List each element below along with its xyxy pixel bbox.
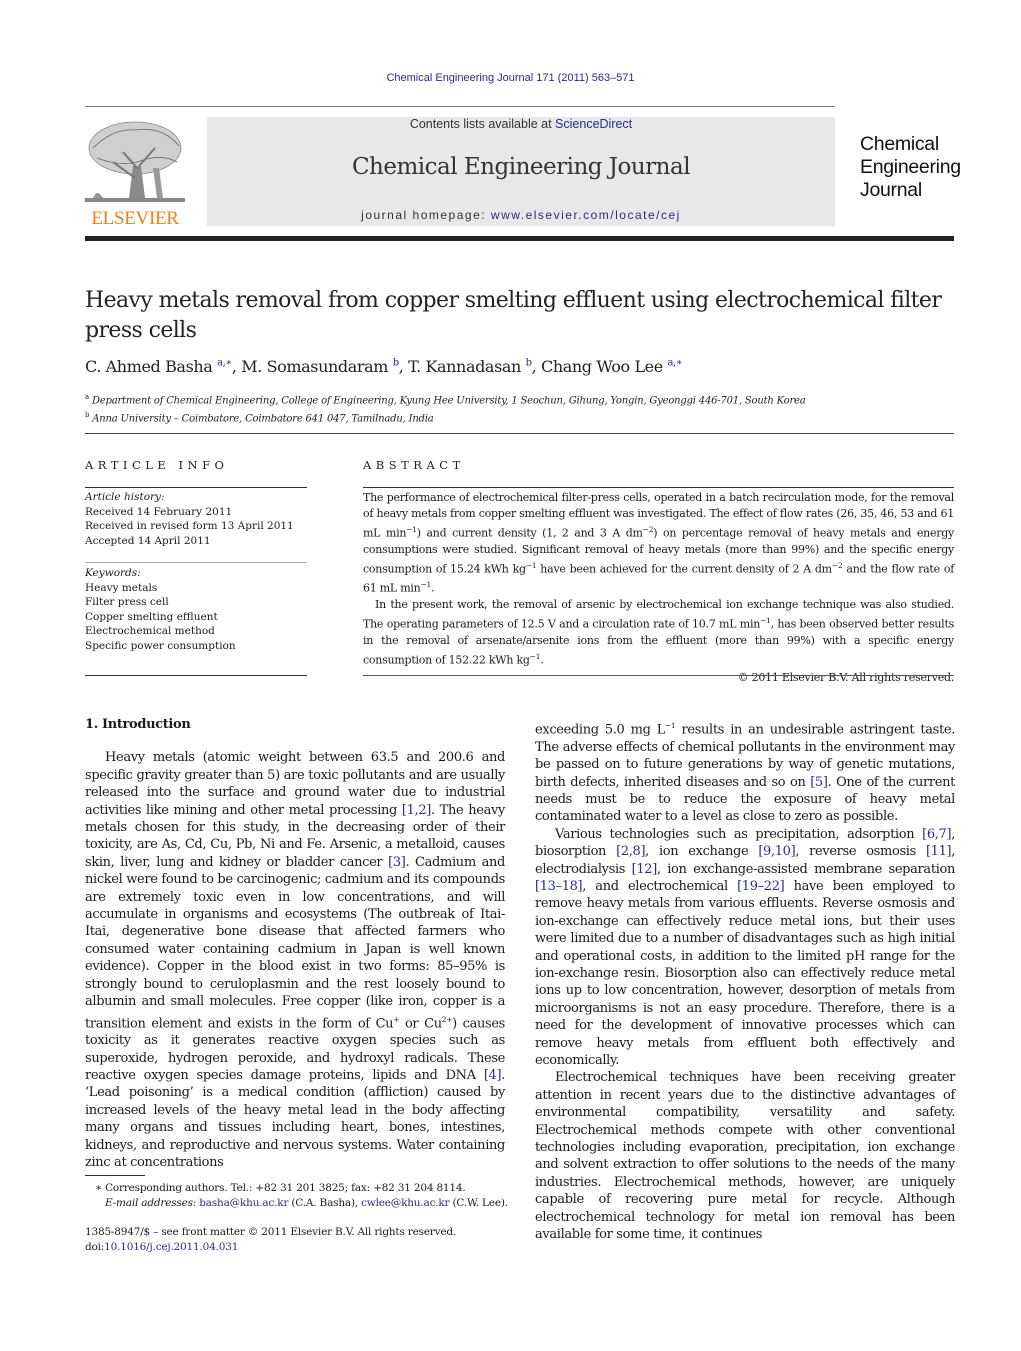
email-note: E-mail addresses: basha@khu.ac.kr (C.A. … xyxy=(105,1196,508,1209)
cover-title-line: Chemical xyxy=(860,133,939,155)
email-label: E-mail addresses: xyxy=(105,1196,197,1209)
homepage-link[interactable]: www.elsevier.com/locate/cej xyxy=(491,208,681,222)
citation-ref[interactable]: [13–18] xyxy=(535,879,583,894)
affil-mark: b xyxy=(85,411,90,420)
citation-ref[interactable]: [19–22] xyxy=(737,879,785,894)
header-thick-rule xyxy=(85,236,954,241)
author-affil-mark[interactable]: a,∗ xyxy=(217,358,232,369)
divider xyxy=(85,487,307,488)
author-affil-mark[interactable]: b xyxy=(526,358,532,369)
header-rule xyxy=(85,106,835,107)
front-matter: 1385-8947/$ – see front matter © 2011 El… xyxy=(85,1225,456,1255)
sciencedirect-link[interactable]: ScienceDirect xyxy=(555,117,632,131)
author-name[interactable]: Chang Woo Lee xyxy=(541,357,663,376)
homepage-line: journal homepage: www.elsevier.com/locat… xyxy=(207,208,835,222)
keyword: Electrochemical method xyxy=(85,625,215,637)
affil-text: Department of Chemical Engineering, Coll… xyxy=(91,395,806,407)
keyword: Heavy metals xyxy=(85,581,158,594)
citation-ref[interactable]: [5] xyxy=(810,775,828,790)
author-name[interactable]: C. Ahmed Basha xyxy=(85,357,213,376)
contents-prefix: Contents lists available at xyxy=(409,117,556,131)
citation-ref[interactable]: [2,8] xyxy=(616,844,645,859)
citation-ref[interactable]: [12] xyxy=(632,862,658,877)
footnote-star: ∗ xyxy=(95,1182,102,1194)
author-name[interactable]: T. Kannadasan xyxy=(408,357,521,376)
email-link[interactable]: cwlee@khu.ac.kr xyxy=(361,1197,449,1209)
abstract-body: The performance of electrochemical filte… xyxy=(363,490,954,686)
cover-title-line: Engineering xyxy=(860,156,961,178)
elsevier-logo[interactable]: ELSEVIER xyxy=(83,118,187,230)
affiliations: a Department of Chemical Engineering, Co… xyxy=(85,390,806,427)
history-label: Article history: xyxy=(85,491,165,503)
body-column-left: 1. Introduction Heavy metals (atomic wei… xyxy=(85,716,505,1171)
journal-banner: Contents lists available at ScienceDirec… xyxy=(207,117,835,226)
cover-title-line: Journal xyxy=(860,179,922,201)
abstract-heading: ABSTRACT xyxy=(363,458,465,472)
journal-title: Chemical Engineering Journal xyxy=(351,154,691,180)
divider xyxy=(85,562,307,563)
author-name[interactable]: M. Somasundaram xyxy=(241,357,388,376)
body-column-right: exceeding 5.0 mg L−1 results in an undes… xyxy=(535,717,955,1244)
divider xyxy=(85,675,307,676)
elsevier-tree-icon xyxy=(85,121,185,202)
doi-link[interactable]: 10.1016/j.cej.2011.04.031 xyxy=(104,1241,238,1253)
issn-line: 1385-8947/$ – see front matter © 2011 El… xyxy=(85,1226,457,1238)
keywords-label: Keywords: xyxy=(85,567,141,579)
keyword: Copper smelting effluent xyxy=(85,610,218,623)
journal-cover-title[interactable]: Chemical Engineering Journal xyxy=(860,133,961,202)
author-affil-mark[interactable]: a,∗ xyxy=(668,358,683,369)
body-paragraph: exceeding 5.0 mg L−1 results in an undes… xyxy=(535,721,955,825)
history-item: Received 14 February 2011 xyxy=(85,505,233,518)
paper-title: Heavy metals removal from copper smeltin… xyxy=(85,288,942,343)
article-history: Article history: Received 14 February 20… xyxy=(85,490,294,548)
body-paragraph: Various technologies such as precipitati… xyxy=(535,826,956,1069)
divider xyxy=(363,675,954,676)
keyword: Specific power consumption xyxy=(85,639,236,652)
affiliation: a Department of Chemical Engineering, Co… xyxy=(85,390,806,408)
contents-line: Contents lists available at ScienceDirec… xyxy=(207,117,835,131)
doi-line: doi:10.1016/j.cej.2011.04.031 xyxy=(85,1241,239,1253)
elsevier-wordmark: ELSEVIER xyxy=(91,208,179,229)
affil-mark: a xyxy=(85,393,89,401)
citation-ref[interactable]: [1,2] xyxy=(402,803,431,818)
citation-ref[interactable]: [3] xyxy=(388,855,406,870)
section-rule xyxy=(85,433,954,434)
abstract-copyright: © 2011 Elsevier B.V. All rights reserved… xyxy=(737,671,955,685)
citation-ref[interactable]: [4] xyxy=(484,1068,502,1083)
body-paragraph: Electrochemical techniques have been rec… xyxy=(535,1070,955,1243)
citation-ref[interactable]: [11] xyxy=(926,844,952,859)
affil-text: Anna University – Coimbatore, Coimbatore… xyxy=(92,413,434,425)
divider xyxy=(363,487,954,488)
citation-ref[interactable]: [6,7] xyxy=(922,827,951,842)
author-list: C. Ahmed Basha a,∗, M. Somasundaram b, T… xyxy=(85,357,683,376)
section-heading: 1. Introduction xyxy=(85,717,191,732)
article-info-heading: ARTICLE INFO xyxy=(85,458,229,472)
abstract-paragraph: The performance of electrochemical filte… xyxy=(363,491,955,595)
homepage-prefix: journal homepage: xyxy=(361,208,491,222)
keywords: Keywords: Heavy metals Filter press cell… xyxy=(85,566,236,653)
email-link[interactable]: basha@khu.ac.kr xyxy=(199,1197,288,1209)
footnote-rule xyxy=(85,1175,145,1176)
affiliation: b Anna University – Coimbatore, Coimbato… xyxy=(85,408,806,426)
body-paragraph: Heavy metals (atomic weight between 63.5… xyxy=(85,750,505,1171)
history-item: Received in revised form 13 April 2011 xyxy=(85,520,294,532)
abstract-paragraph: In the present work, the removal of arse… xyxy=(363,597,955,667)
keyword: Filter press cell xyxy=(85,596,169,608)
author-affil-mark[interactable]: b xyxy=(393,358,399,369)
citation-ref[interactable]: [9,10] xyxy=(758,844,795,859)
corresponding-note: ∗ Corresponding authors. Tel.: +82 31 20… xyxy=(95,1182,466,1194)
footnotes: ∗ Corresponding authors. Tel.: +82 31 20… xyxy=(95,1181,508,1210)
history-item: Accepted 14 April 2011 xyxy=(85,534,211,547)
journal-citation[interactable]: Chemical Engineering Journal 171 (2011) … xyxy=(0,72,1021,84)
